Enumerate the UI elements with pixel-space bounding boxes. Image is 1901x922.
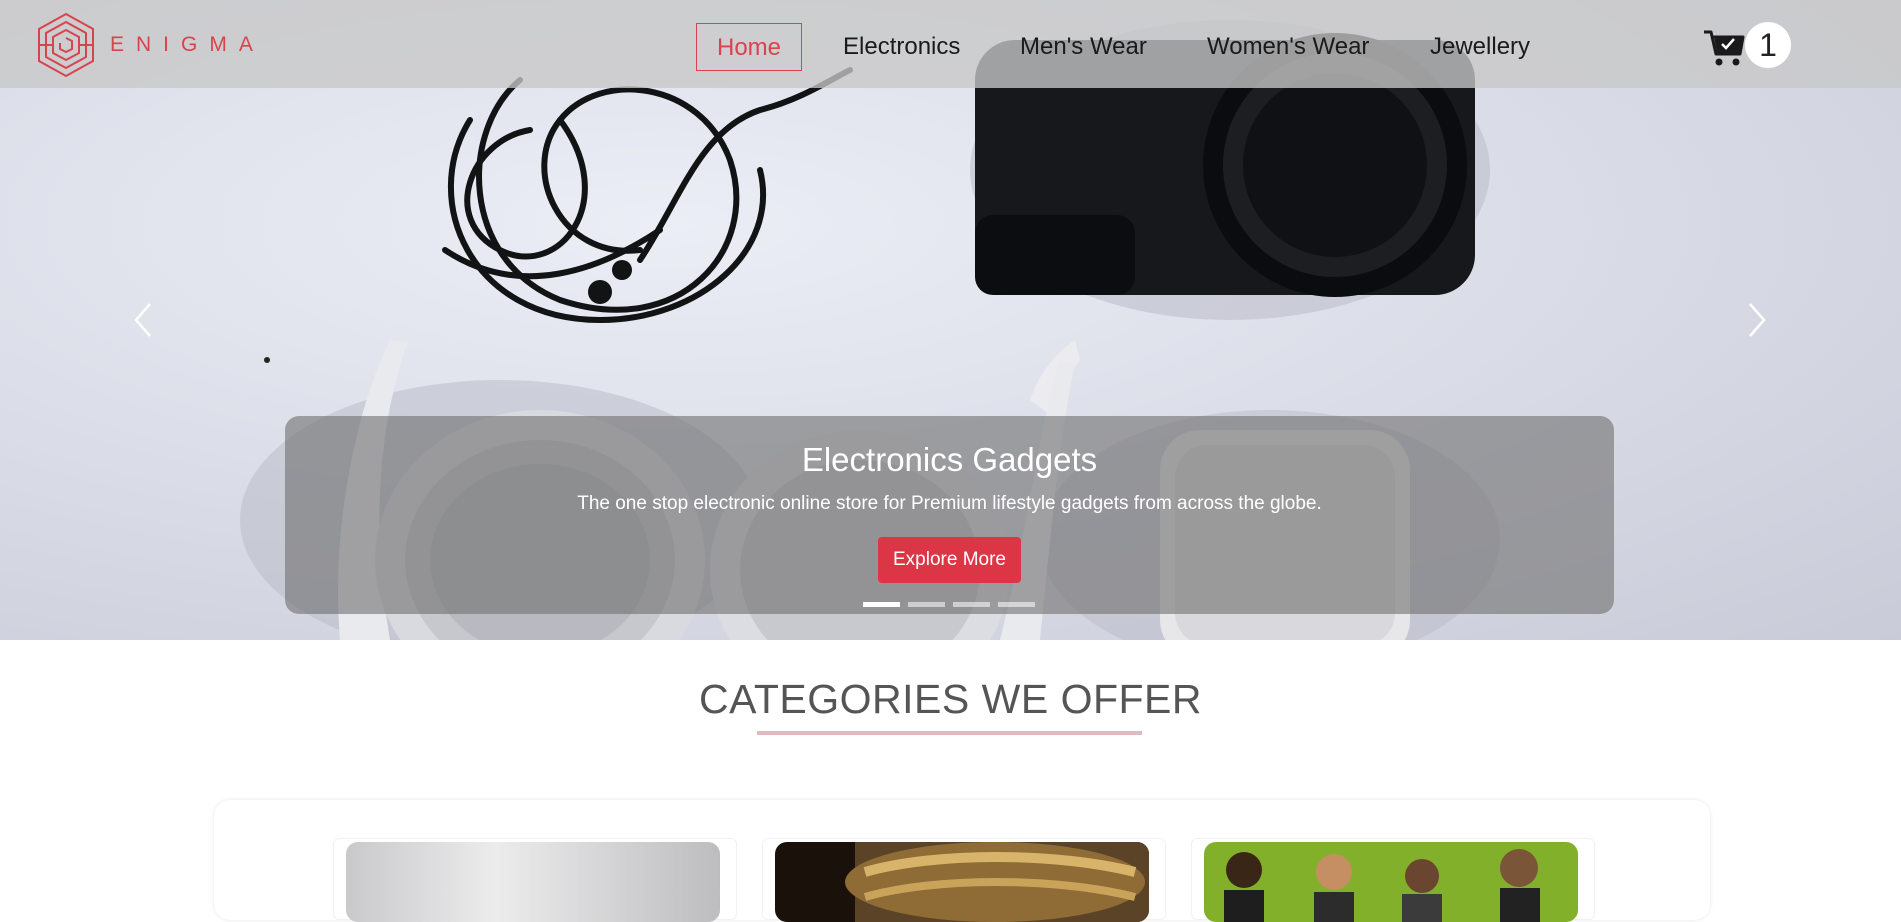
gold-bangles-photo: [775, 842, 1149, 922]
carousel-indicators: [863, 602, 1035, 608]
category-card-mens-wear[interactable]: [1204, 842, 1578, 922]
category-card-jewellery[interactable]: [775, 842, 1149, 922]
heading-underline: [757, 731, 1142, 735]
categories-heading: CATEGORIES WE OFFER: [698, 676, 1203, 722]
hexagon-maze-logo-icon: [38, 12, 94, 78]
cart-button[interactable]: [1702, 24, 1746, 68]
chevron-right-icon: [1749, 303, 1766, 337]
nav-womens-wear[interactable]: Women's Wear: [1187, 23, 1389, 71]
top-navbar: ENIGMA Home Electronics Men's Wear Women…: [0, 0, 1901, 88]
category-card-electronics[interactable]: [346, 842, 720, 922]
carousel-indicator-3[interactable]: [953, 602, 990, 607]
nav-jewellery[interactable]: Jewellery: [1410, 23, 1550, 71]
nav-home[interactable]: Home: [696, 23, 802, 71]
slide-title: Electronics Gadgets: [801, 441, 1098, 478]
shopping-cart-icon: [1704, 30, 1745, 66]
carousel-prev-button[interactable]: [128, 300, 158, 340]
hero-carousel: Electronics Gadgets The one stop electro…: [0, 0, 1901, 640]
carousel-next-button[interactable]: [1742, 300, 1772, 340]
cart-count-badge: 1: [1745, 22, 1791, 68]
slide-description: The one stop electronic online store for…: [577, 493, 1322, 514]
carousel-caption: Electronics Gadgets The one stop electro…: [285, 416, 1614, 614]
carousel-indicator-2[interactable]: [908, 602, 945, 607]
grey-gadget-photo: [346, 842, 720, 922]
chevron-left-icon: [134, 303, 151, 337]
carousel-indicator-1[interactable]: [863, 602, 900, 607]
brand-logo[interactable]: ENIGMA: [36, 12, 265, 78]
brand-name: ENIGMA: [110, 33, 265, 56]
carousel-indicator-4[interactable]: [998, 602, 1035, 607]
explore-more-button[interactable]: Explore More: [878, 537, 1021, 583]
nav-mens-wear[interactable]: Men's Wear: [1000, 23, 1167, 71]
people-on-green-background-photo: [1204, 842, 1578, 922]
nav-electronics[interactable]: Electronics: [823, 23, 980, 71]
